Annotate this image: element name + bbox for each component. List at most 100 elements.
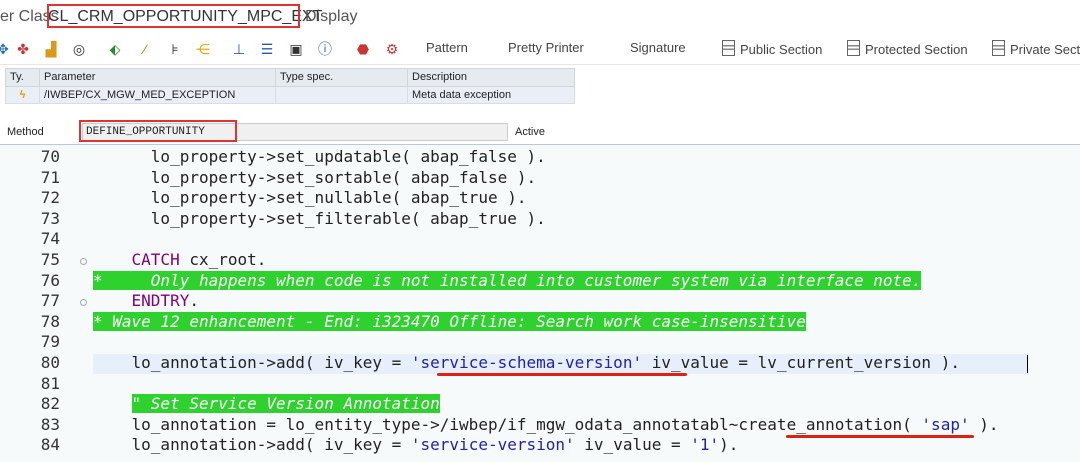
line-number: 72 xyxy=(40,188,60,208)
class-name-highlight-box xyxy=(47,4,300,28)
table-header-row: Ty. Parameter Type spec. Description xyxy=(5,68,575,87)
code-line[interactable]: 82 " Set Service Version Annotation xyxy=(0,394,1080,415)
method-status: Active xyxy=(515,126,545,138)
fold-marker[interactable] xyxy=(80,258,87,265)
line-number: 80 xyxy=(40,353,60,372)
code-token: CATCH xyxy=(131,250,180,269)
exception-icon: ϟ xyxy=(5,85,40,104)
code-text[interactable]: CATCH cx_root. xyxy=(93,250,267,269)
code-line[interactable]: 75 CATCH cx_root. xyxy=(0,250,1080,271)
org-chart-icon[interactable]: ⊥ xyxy=(230,40,248,58)
code-token: lo_annotation = lo_entity_type->/iwbep/i… xyxy=(93,414,922,434)
pretty-printer-button[interactable]: Pretty Printer xyxy=(508,40,584,55)
parameter-cell[interactable]: /IWBEP/CX_MGW_MED_EXCEPTION xyxy=(39,85,276,104)
code-line[interactable]: 73 lo_property->set_filterable( abap_tru… xyxy=(0,209,1080,230)
text-cursor xyxy=(1027,355,1028,373)
private-section-label: Private Sect xyxy=(1010,42,1080,57)
code-token: lo_property->set_nullable( abap_true ). xyxy=(93,188,527,208)
code-line[interactable]: 84 lo_annotation->add( iv_key = 'service… xyxy=(0,435,1080,456)
line-number: 82 xyxy=(40,394,60,414)
target-icon[interactable]: ◎ xyxy=(70,40,88,58)
code-token: * Wave 12 enhancement - End: i323470 Off… xyxy=(93,311,806,331)
code-text[interactable]: lo_property->set_updatable( abap_false )… xyxy=(93,147,546,166)
code-insert-icon[interactable]: ⋲ xyxy=(194,40,212,58)
protected-section-label: Protected Section xyxy=(865,42,968,57)
magic-wand-icon[interactable]: ⁄ xyxy=(136,40,154,58)
code-line[interactable]: 81 xyxy=(0,374,1080,395)
line-number: 77 xyxy=(40,291,60,311)
code-token: lo_annotation->add( iv_key = xyxy=(93,435,411,455)
type-spec-cell[interactable] xyxy=(275,85,408,104)
code-token: 'service-version' xyxy=(410,435,575,455)
code-text[interactable]: lo_property->set_sortable( abap_false ). xyxy=(93,168,536,187)
pattern-button[interactable]: Pattern xyxy=(426,40,468,55)
document-icon xyxy=(722,40,735,56)
briefcase-icon[interactable]: ▟ xyxy=(42,40,60,58)
code-text[interactable]: " Set Service Version Annotation xyxy=(93,394,440,414)
line-number: 78 xyxy=(40,311,60,331)
debug-icon[interactable]: ⚙ xyxy=(383,40,401,58)
method-label: Method xyxy=(7,126,44,138)
code-token: 'sap' xyxy=(921,414,970,434)
public-section-label: Public Section xyxy=(740,42,823,57)
info-icon[interactable]: ⓘ xyxy=(316,40,334,58)
stop-icon[interactable]: ⬣ xyxy=(354,40,372,58)
protected-section-button[interactable]: Protected Section xyxy=(847,40,968,57)
code-line[interactable]: 78 * Wave 12 enhancement - End: i323470 O… xyxy=(0,311,1080,333)
code-line[interactable]: 71 lo_property->set_sortable( abap_false… xyxy=(0,168,1080,189)
code-editor[interactable]: 70 lo_property->set_updatable( abap_fals… xyxy=(0,144,1080,462)
code-text[interactable]: ENDTRY. xyxy=(93,291,199,310)
structure-icon[interactable]: ⬖ xyxy=(106,40,124,58)
signature-button[interactable]: Signature xyxy=(630,40,686,55)
code-token: 'service-schema-version' xyxy=(410,353,643,372)
code-line[interactable]: 76 * Only happens when code is not instal… xyxy=(0,270,1080,292)
where-used-icon[interactable]: ⊧ xyxy=(166,40,184,58)
code-line[interactable]: 83 lo_annotation = lo_entity_type->/iwbe… xyxy=(0,415,1080,436)
parameter-table: Ty. Parameter Type spec. Description ϟ /… xyxy=(5,68,575,104)
code-token: '1' xyxy=(690,435,720,455)
code-token: lo_property->set_filterable( abap_true )… xyxy=(93,208,546,228)
red-underline-annotation xyxy=(437,373,687,376)
line-number: 76 xyxy=(40,270,60,290)
frame-icon[interactable]: ▣ xyxy=(287,40,305,58)
code-token: " Set Service Version Annotation xyxy=(131,394,440,414)
code-text[interactable]: lo_property->set_filterable( abap_true )… xyxy=(93,209,546,228)
line-number: 71 xyxy=(40,167,60,187)
table-row[interactable]: ϟ /IWBEP/CX_MGW_MED_EXCEPTION Meta data … xyxy=(5,85,575,104)
code-line[interactable]: 79 xyxy=(0,332,1080,353)
line-number: 79 xyxy=(40,332,60,352)
code-line[interactable]: 77 ENDTRY. xyxy=(0,291,1080,312)
code-text[interactable]: lo_property->set_nullable( abap_true ). xyxy=(93,188,527,208)
code-token: iv_value = lv_current_version ). xyxy=(642,353,960,372)
code-text[interactable]: lo_annotation->add( iv_key = 'service-sc… xyxy=(93,353,960,372)
application-toolbar: ✥ ✤ ▟ ◎ ⬖ ⁄ ⊧ ⋲ ⊥ ☰ ▣ ⓘ ⬣ ⚙ Pattern Pret… xyxy=(0,34,1080,65)
code-token: ENDTRY xyxy=(131,291,190,311)
line-number: 70 xyxy=(40,147,60,166)
list-icon[interactable]: ☰ xyxy=(258,40,276,58)
code-token: lo_property->set_updatable( abap_false )… xyxy=(93,147,546,166)
hierarchy-icon[interactable]: ✤ xyxy=(14,40,32,58)
code-line[interactable]: 72 lo_property->set_nullable( abap_true … xyxy=(0,188,1080,209)
code-text[interactable]: * Wave 12 enhancement - End: i323470 Off… xyxy=(93,311,806,331)
code-line[interactable]: 70 lo_property->set_updatable( abap_fals… xyxy=(0,147,1080,168)
description-cell[interactable]: Meta data exception xyxy=(407,85,575,104)
method-name-highlight-box xyxy=(79,120,237,142)
code-line[interactable]: 74 xyxy=(0,229,1080,250)
title-mode: Display xyxy=(305,8,358,25)
document-icon xyxy=(992,40,1005,56)
private-section-button[interactable]: Private Sect xyxy=(992,40,1080,57)
settings-tree-icon[interactable]: ✥ xyxy=(0,40,12,58)
public-section-button[interactable]: Public Section xyxy=(722,40,822,57)
code-text[interactable]: * Only happens when code is not installe… xyxy=(93,270,922,290)
code-text[interactable]: lo_annotation->add( iv_key = 'service-ve… xyxy=(93,435,739,455)
code-line[interactable]: 80 lo_annotation->add( iv_key = 'service… xyxy=(0,353,1080,374)
line-number: 74 xyxy=(40,229,60,249)
line-number: 81 xyxy=(40,373,60,393)
red-underline-annotation xyxy=(786,434,974,438)
code-text[interactable]: lo_annotation = lo_entity_type->/iwbep/i… xyxy=(93,415,999,434)
col-header-type: Ty. xyxy=(5,68,40,87)
method-bar: Method DEFINE_OPPORTUNITY Active xyxy=(0,120,1080,144)
